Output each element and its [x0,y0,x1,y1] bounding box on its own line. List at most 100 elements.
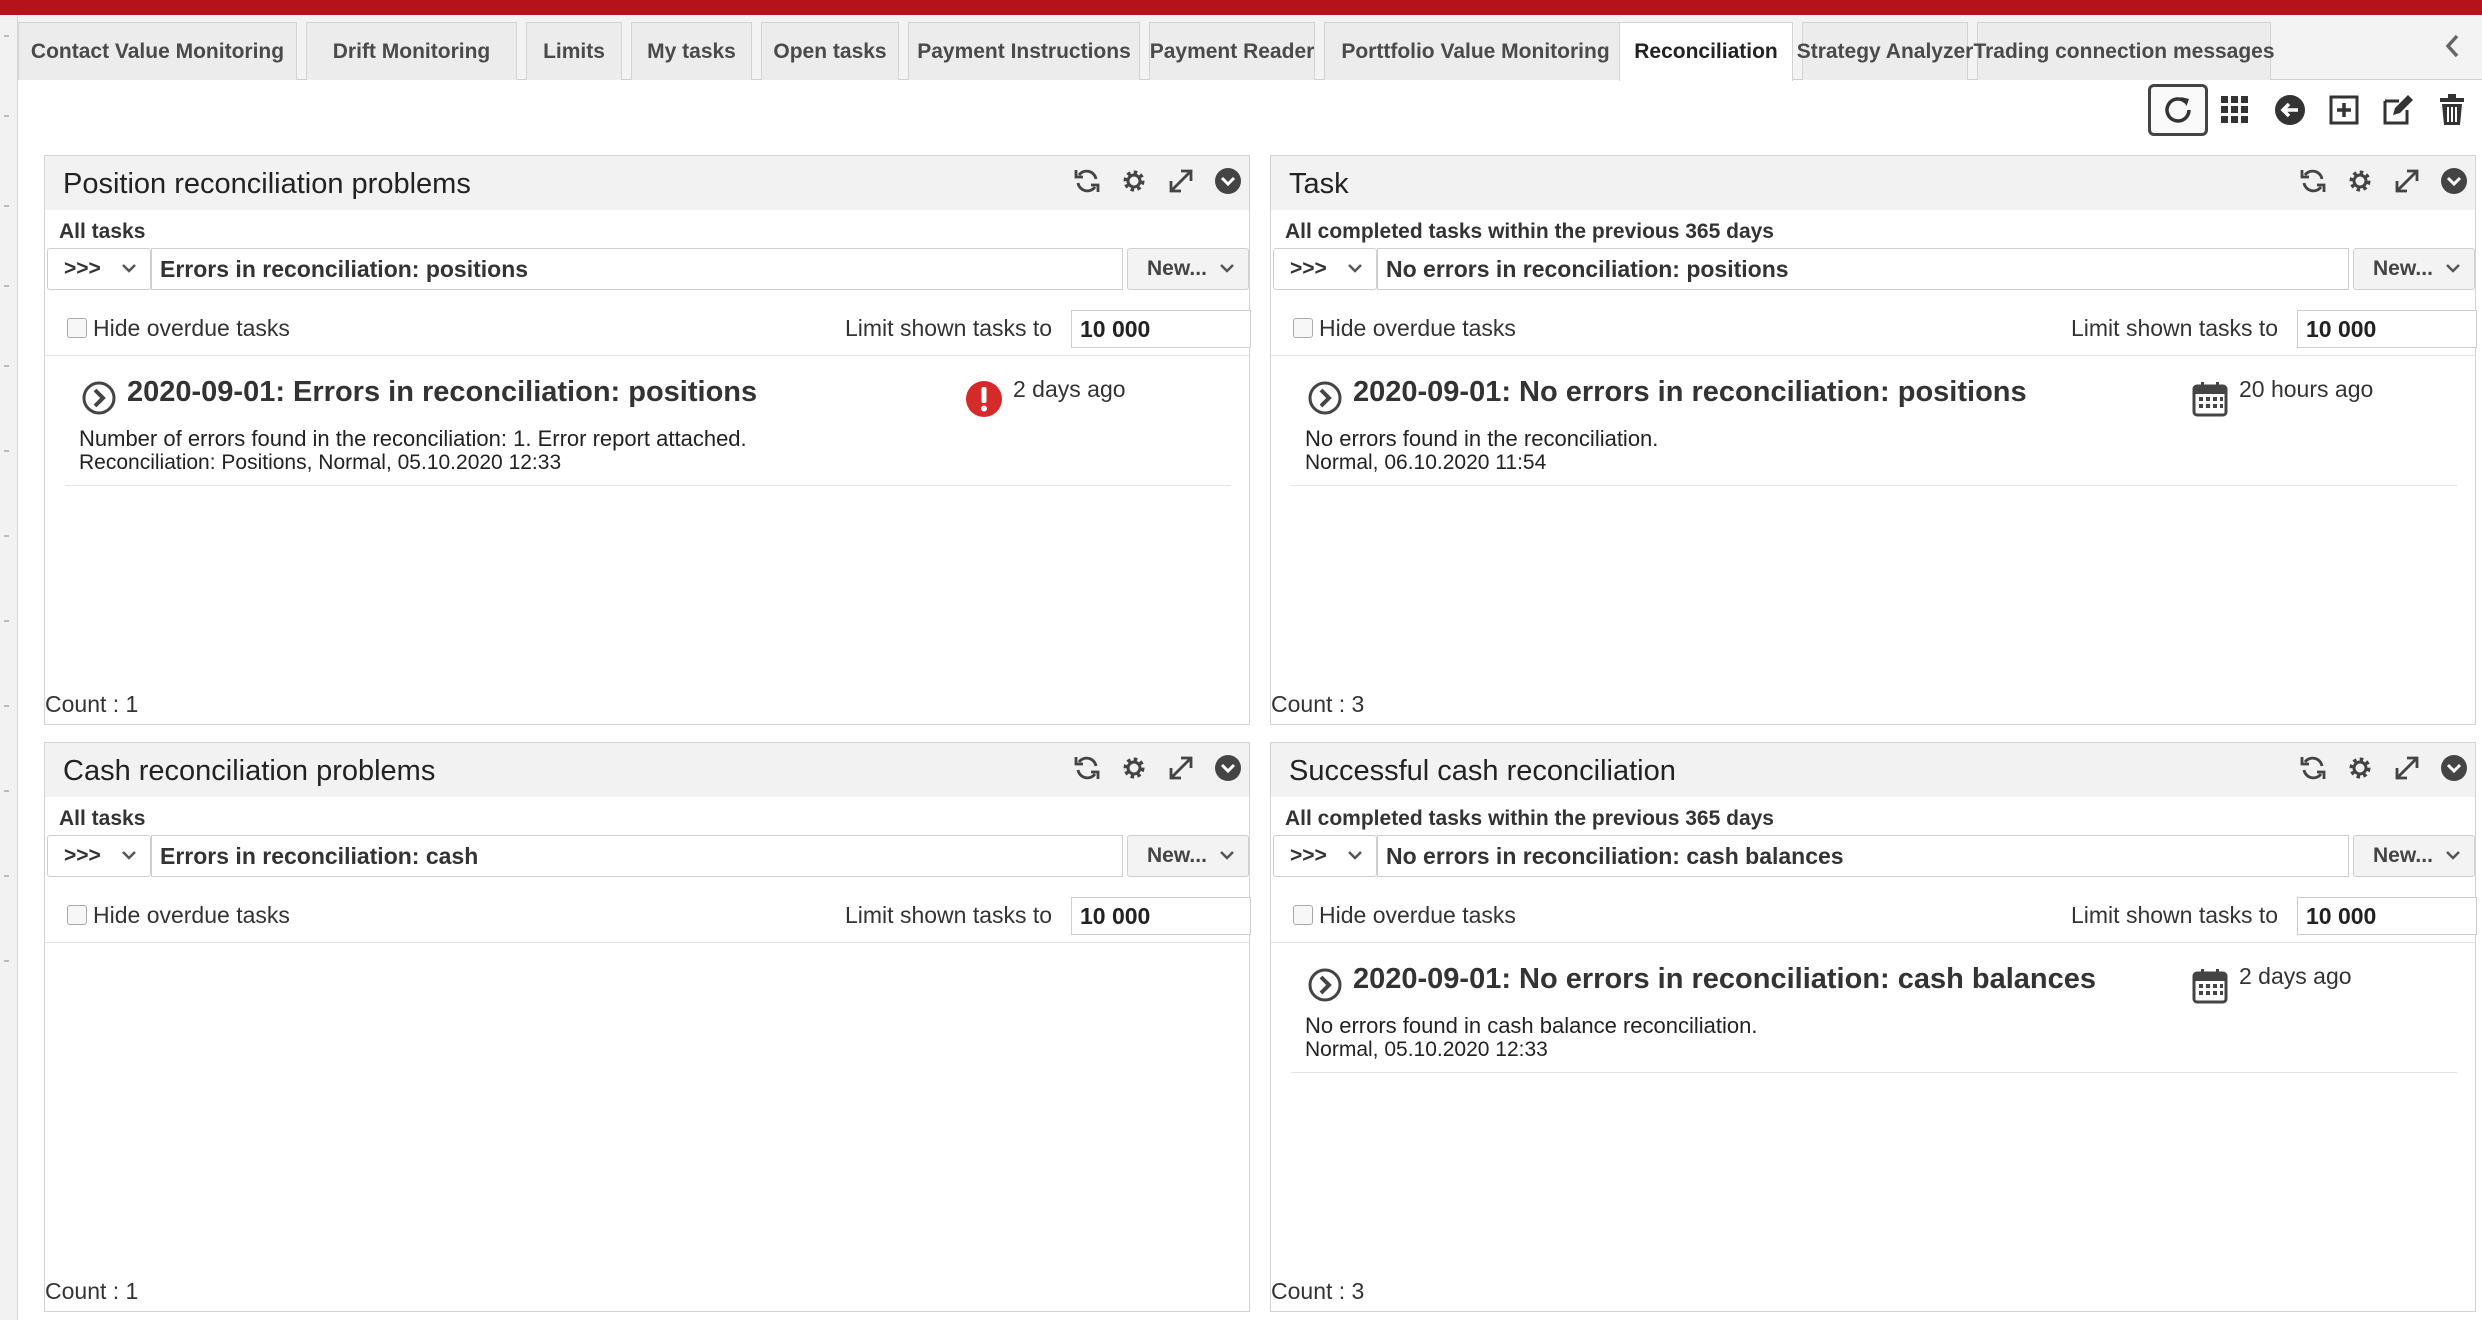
tab-payment-instructions[interactable]: Payment Instructions [908,22,1140,80]
filter-input[interactable]: Errors in reconciliation: cash [151,835,1123,877]
task-item[interactable]: 2020-09-01: No errors in reconciliation:… [1291,364,2457,486]
limit-input[interactable]: 10 000 [1071,310,1251,348]
gear-icon[interactable] [2345,166,2375,196]
sidebar-marker [4,285,9,287]
expand-icon[interactable] [2392,166,2422,196]
new-button-label: New... [1147,844,1207,867]
task-meta: Normal, 05.10.2020 12:33 [1305,1038,1548,1061]
panel-task: Task All completed tasks within the prev… [1270,155,2477,725]
panel-subtitle: All tasks [59,220,146,243]
open-task-icon[interactable] [1307,967,1343,1003]
limit-label: Limit shown tasks to [845,315,1053,341]
new-button[interactable]: New... [1127,835,1249,877]
task-count: Count : 3 [1271,691,1365,717]
filter-input[interactable]: No errors in reconciliation: positions [1377,248,2349,290]
gear-icon[interactable] [1119,166,1149,196]
add-icon[interactable] [2314,84,2374,136]
task-time: 2 days ago [2239,963,2352,989]
limit-input[interactable]: 10 000 [1071,897,1251,935]
hide-overdue-checkbox[interactable] [67,905,87,925]
new-button-label: New... [2373,257,2433,280]
new-button-label: New... [2373,844,2433,867]
task-meta: Normal, 06.10.2020 11:54 [1305,451,1547,474]
panel-successful-cash-reconciliation: Successful cash reconciliation All compl… [1270,742,2477,1312]
task-description: Number of errors found in the reconcilia… [79,426,747,451]
panel-header: Task [1271,156,2475,210]
task-item[interactable]: 2020-09-01: No errors in reconciliation:… [1291,951,2457,1073]
options-row: Hide overdue tasks Limit shown tasks to … [1271,897,2477,943]
task-description: No errors found in cash balance reconcil… [1305,1013,1758,1038]
new-button[interactable]: New... [2353,835,2475,877]
tab-strategy-analyzer[interactable]: Strategy Analyzer [1797,22,1973,80]
task-title[interactable]: 2020-09-01: Errors in reconciliation: po… [127,376,757,409]
collapse-icon[interactable] [2439,753,2469,783]
trash-icon[interactable] [2422,84,2482,136]
task-count: Count : 1 [45,691,139,717]
chevron-down-icon [1346,846,1364,870]
tab-payment-reader[interactable]: Payment Reader [1149,22,1315,80]
panel-header: Successful cash reconciliation [1271,743,2475,797]
tab-bar: Contact Value Monitoring Drift Monitorin… [18,15,2482,81]
tab-trading-connection-messages[interactable]: Trading connection messages [1973,22,2275,80]
panel-subtitle: All completed tasks within the previous … [1285,807,1774,830]
refresh-icon[interactable] [2148,84,2208,136]
limit-input[interactable]: 10 000 [2297,310,2477,348]
refresh-icon[interactable] [2298,753,2328,783]
calendar-icon [2191,380,2229,418]
edit-icon[interactable] [2368,84,2428,136]
sidebar-marker [4,205,9,207]
chevron-down-icon [1218,259,1236,283]
sidebar-marker [4,620,9,622]
collapse-icon[interactable] [2439,166,2469,196]
limit-label: Limit shown tasks to [2071,315,2279,341]
back-arrow-icon[interactable] [2260,84,2320,136]
chevron-left-icon[interactable] [2442,33,2464,66]
panel-title: Cash reconciliation problems [63,755,436,787]
tab-portfolio-value-monitoring[interactable]: Porttfolio Value Monitoring [1324,22,1627,80]
filter-input[interactable]: Errors in reconciliation: positions [151,248,1123,290]
tab-limits[interactable]: Limits [526,22,622,80]
open-task-icon[interactable] [1307,380,1343,416]
tab-drift-monitoring[interactable]: Drift Monitoring [306,22,517,80]
open-task-icon[interactable] [81,380,117,416]
filter-selector[interactable]: >>> [47,248,151,290]
refresh-icon[interactable] [1072,166,1102,196]
task-title[interactable]: 2020-09-01: No errors in reconciliation:… [1353,376,2027,409]
task-item[interactable]: 2020-09-01: Errors in reconciliation: po… [65,364,1231,486]
refresh-icon[interactable] [1072,753,1102,783]
hide-overdue-checkbox[interactable] [67,318,87,338]
new-button[interactable]: New... [1127,248,1249,290]
limit-input[interactable]: 10 000 [2297,897,2477,935]
expand-icon[interactable] [1166,753,1196,783]
gear-icon[interactable] [1119,753,1149,783]
sidebar-marker [4,115,9,117]
hide-overdue-label: Hide overdue tasks [93,902,290,928]
tab-my-tasks[interactable]: My tasks [631,22,752,80]
refresh-icon[interactable] [2298,166,2328,196]
filter-selector[interactable]: >>> [1273,248,1377,290]
sidebar-marker [4,450,9,452]
task-description: No errors found in the reconciliation. [1305,426,1659,451]
collapse-icon[interactable] [1213,166,1243,196]
tab-reconciliation[interactable]: Reconciliation [1619,22,1793,81]
new-button[interactable]: New... [2353,248,2475,290]
left-collapsed-sidebar[interactable] [0,15,18,1320]
filter-selector[interactable]: >>> [47,835,151,877]
gear-icon[interactable] [2345,753,2375,783]
options-row: Hide overdue tasks Limit shown tasks to … [45,897,1251,943]
hide-overdue-checkbox[interactable] [1293,318,1313,338]
filter-selector[interactable]: >>> [1273,835,1377,877]
tab-open-tasks[interactable]: Open tasks [761,22,899,80]
grid-icon[interactable] [2205,84,2265,136]
filter-input[interactable]: No errors in reconciliation: cash balanc… [1377,835,2349,877]
panel-subtitle: All completed tasks within the previous … [1285,220,1774,243]
filter-selector-label: >>> [64,257,101,280]
hide-overdue-checkbox[interactable] [1293,905,1313,925]
hide-overdue-label: Hide overdue tasks [1319,902,1516,928]
expand-icon[interactable] [1166,166,1196,196]
filter-bar: >>> No errors in reconciliation: positio… [1273,248,2475,290]
task-title[interactable]: 2020-09-01: No errors in reconciliation:… [1353,963,2096,996]
collapse-icon[interactable] [1213,753,1243,783]
expand-icon[interactable] [2392,753,2422,783]
tab-contact-value-monitoring[interactable]: Contact Value Monitoring [18,22,297,80]
